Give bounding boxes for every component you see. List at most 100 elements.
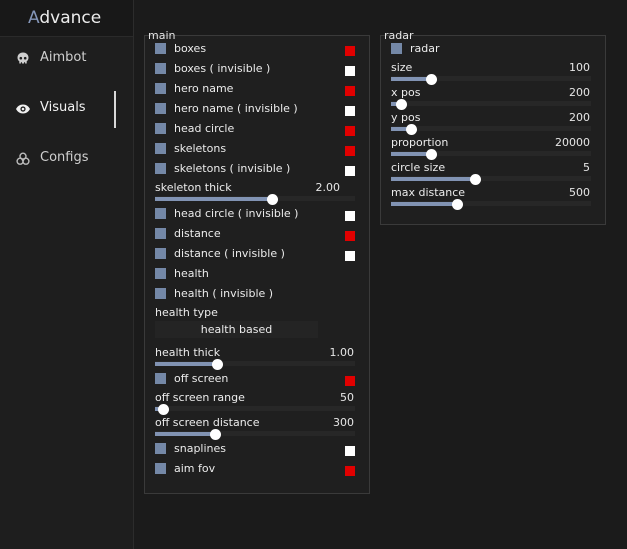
radar-proportion-value: 20000 [555,136,590,149]
off-screen-range-track-bg [155,406,355,411]
checkbox-box[interactable] [155,103,166,114]
distance-color-swatch[interactable] [345,231,355,241]
radar-circle-size-label: circle size [391,161,446,174]
nav-item-aimbot[interactable]: Aimbot [0,44,133,74]
snaplines-color-swatch[interactable] [345,446,355,456]
skeleton-thick-label: skeleton thick [155,181,232,194]
radar-max-distance-label: max distance [391,186,466,199]
off-screen-range-slider-knob[interactable] [158,404,169,415]
radar-max-distance-fill [391,202,457,206]
checkbox-label: snaplines [174,442,227,455]
radar-proportion-fill [391,152,431,156]
radar-size-value: 100 [569,61,590,74]
checkbox-box[interactable] [155,83,166,94]
boxes-invisible-color-swatch[interactable] [345,66,355,76]
off-screen-distance-slider-knob[interactable] [210,429,221,440]
checkbox-box[interactable] [155,228,166,239]
radar-panel-title: radar [384,29,414,42]
checkbox-label: radar [410,42,440,55]
head-circle-invisible-color-swatch[interactable] [345,211,355,221]
checkbox-box[interactable] [155,123,166,134]
checkbox-box[interactable] [155,443,166,454]
logo-bar: Advance [0,0,133,37]
skeletons-invisible-color-swatch[interactable] [345,166,355,176]
checkbox-box[interactable] [155,248,166,259]
health-thick-value: 1.00 [329,346,355,359]
app-logo: Advance [28,8,102,28]
radar-y-pos-label: y pos [391,111,421,124]
radar-x-pos-label: x pos [391,86,421,99]
off-screen-range-value: 50 [340,391,354,404]
checkbox-label: hero name ( invisible ) [174,102,298,115]
radar-x-pos-slider-knob[interactable] [396,99,407,110]
checkbox-box[interactable] [155,143,166,154]
checkbox-label: distance ( invisible ) [174,247,285,260]
checkbox-box[interactable] [155,208,166,219]
hero-name-color-swatch[interactable] [345,86,355,96]
radar-size-fill [391,77,431,81]
radar-circle-size-value: 5 [583,161,590,174]
checkbox-box[interactable] [155,463,166,474]
skeleton-thick-value: 2.00 [315,181,341,194]
radar-x-pos-value: 200 [569,86,590,99]
nav-label-visuals: Visuals [40,100,86,115]
checkbox-label: hero name [174,82,234,95]
checkbox-label: head circle [174,122,235,135]
hero-name-invisible-color-swatch[interactable] [345,106,355,116]
health-thick-slider-knob[interactable] [212,359,223,370]
checkbox-box[interactable] [155,43,166,54]
skeletons-color-swatch[interactable] [345,146,355,156]
radar-x-pos-track-bg [391,101,591,106]
sidebar: Advance Aimbot Visuals Configs [0,0,134,549]
checkbox-label: health ( invisible ) [174,287,274,300]
radar-y-pos-value: 200 [569,111,590,124]
biohazard-icon [16,152,30,165]
off-screen-color-swatch[interactable] [345,376,355,386]
skull-icon [17,52,29,64]
checkbox-box[interactable] [155,63,166,74]
radar-circle-size-fill [391,177,475,181]
checkbox-label: boxes ( invisible ) [174,62,271,75]
radar-circle-size-slider-knob[interactable] [470,174,481,185]
checkbox-label: boxes [174,42,207,55]
health-thick-fill [155,362,217,366]
health-type-label: health type [155,306,218,319]
aim-fov-color-swatch[interactable] [345,466,355,476]
skeleton-thick-fill [155,197,272,201]
off-screen-range-label: off screen range [155,391,245,404]
boxes-color-swatch[interactable] [345,46,355,56]
active-tab-indicator [114,91,116,128]
main-panel-title: main [148,29,176,42]
checkbox-box[interactable] [155,373,166,384]
health-type-dropdown[interactable]: health based [155,321,318,338]
radar-y-pos-slider-knob[interactable] [406,124,417,135]
radar-proportion-slider-knob[interactable] [426,149,437,160]
checkbox-label: skeletons ( invisible ) [174,162,291,175]
off-screen-distance-value: 300 [333,416,354,429]
radar-max-distance-slider-knob[interactable] [452,199,463,210]
checkbox-box[interactable] [155,163,166,174]
nav-label-aimbot: Aimbot [40,50,87,65]
radar-max-distance-value: 500 [569,186,590,199]
off-screen-distance-label: off screen distance [155,416,260,429]
radar-proportion-label: proportion [391,136,449,149]
head-circle-color-swatch[interactable] [345,126,355,136]
off-screen-distance-fill [155,432,215,436]
checkbox-box[interactable] [391,43,402,54]
checkbox-label: head circle ( invisible ) [174,207,299,220]
radar-size-slider-knob[interactable] [426,74,437,85]
eye-icon [16,104,30,114]
radar-y-pos-track-bg [391,126,591,131]
health-thick-label: health thick [155,346,221,359]
nav-item-configs[interactable]: Configs [0,144,133,174]
checkbox-label: distance [174,227,221,240]
checkbox-label: aim fov [174,462,216,475]
distance-invisible-color-swatch[interactable] [345,251,355,261]
checkbox-label: off screen [174,372,229,385]
checkbox-box[interactable] [155,288,166,299]
health-type-selected: health based [200,323,273,336]
checkbox-box[interactable] [155,268,166,279]
skeleton-thick-slider-knob[interactable] [267,194,278,205]
checkbox-label: skeletons [174,142,227,155]
radar-size-label: size [391,61,413,74]
